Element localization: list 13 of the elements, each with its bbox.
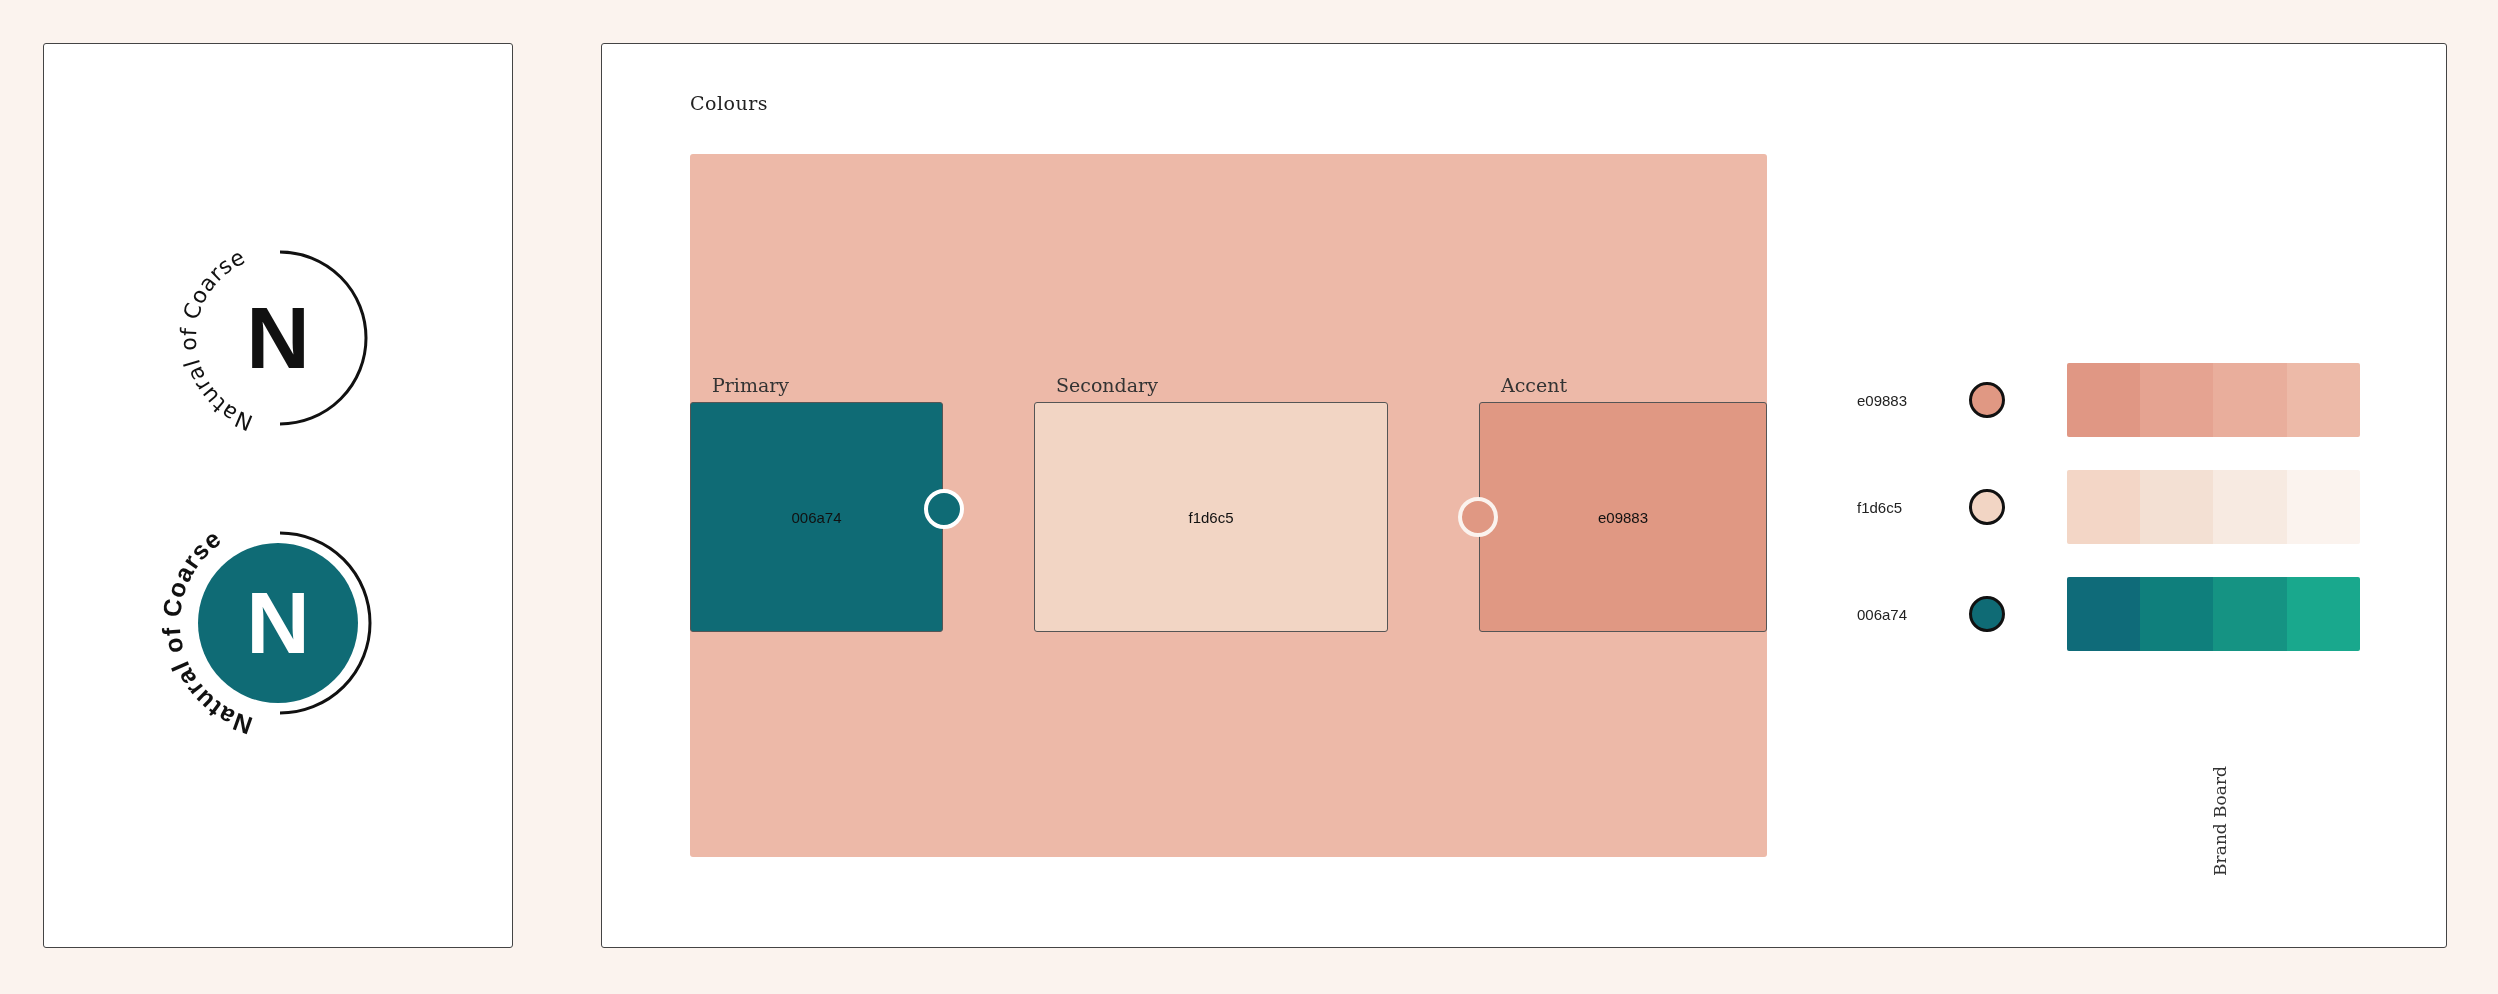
hex-code: 006a74 [1857,605,1909,623]
hex-code: e09883 [1857,391,1909,409]
swatch-label: Accent [1501,374,1568,396]
hex-code: e09883 [1597,508,1649,526]
swatch-label: Secondary [1056,374,1158,396]
monogram-letter: N [246,288,310,387]
hex-code: f1d6c5 [1857,498,1904,516]
hex-code: f1d6c5 [1188,508,1234,526]
swatch-label: Primary [712,374,790,396]
section-title: Colours [690,92,770,114]
monogram-letter: N [246,573,310,672]
board-label: Brand Board [2210,766,2230,876]
hex-code: 006a74 [791,508,842,526]
